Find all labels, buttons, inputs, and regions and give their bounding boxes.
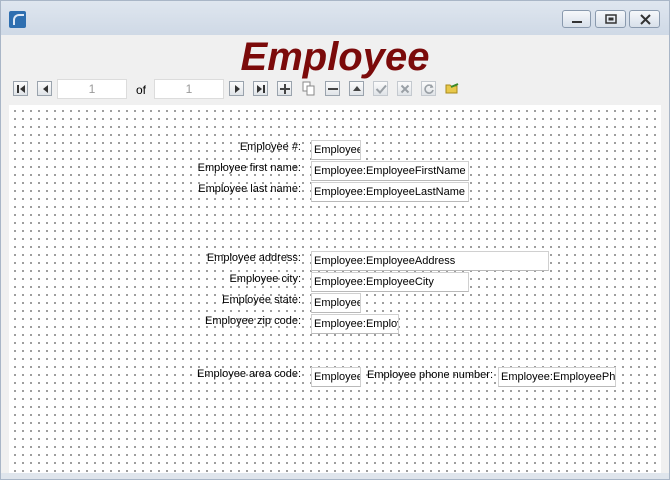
restore-icon [605, 14, 617, 24]
close-icon [640, 14, 651, 25]
edit-record-button[interactable] [349, 81, 364, 96]
search-button[interactable] [445, 81, 460, 96]
first-name-field[interactable]: Employee:EmployeeFirstName [311, 161, 469, 181]
first-record-icon [17, 85, 25, 93]
title-bar[interactable] [1, 1, 669, 35]
restore-button[interactable] [595, 10, 626, 28]
first-record-button[interactable] [13, 81, 28, 96]
close-button[interactable] [629, 10, 660, 28]
zip-code-label: Employee zip code: [205, 315, 301, 327]
up-triangle-icon [353, 86, 361, 91]
current-record-field[interactable]: 1 [57, 79, 127, 99]
address-label: Employee address: [206, 252, 301, 264]
minimize-icon [572, 21, 582, 23]
first-name-label: Employee first name: [197, 162, 301, 174]
address-field[interactable]: Employee:EmployeeAddress [311, 251, 549, 271]
state-field[interactable]: Employee:EmployeeState [311, 293, 361, 313]
city-field[interactable]: Employee:EmployeeCity [311, 272, 469, 292]
x-icon [400, 84, 410, 94]
of-label: of [136, 83, 147, 97]
last-name-field[interactable]: Employee:EmployeeLastName [311, 182, 469, 202]
state-label: Employee state: [222, 294, 301, 306]
employee-number-field[interactable]: Employee:EmployeeNumber [311, 140, 361, 160]
zip-code-field[interactable]: Employee:EmployeeZipCode [311, 314, 399, 334]
add-record-button[interactable] [277, 81, 292, 96]
next-record-icon [235, 85, 240, 93]
post-record-button[interactable] [373, 81, 388, 96]
plus-icon [280, 84, 290, 94]
refresh-icon [424, 84, 434, 94]
refresh-button[interactable] [421, 81, 436, 96]
delete-record-button[interactable] [325, 81, 340, 96]
app-icon [9, 11, 26, 28]
phone-number-label: Employee phone number: [367, 369, 493, 381]
area-code-label: Employee area code: [197, 368, 301, 380]
previous-record-icon [43, 85, 48, 93]
copy-record-button[interactable] [301, 81, 316, 96]
checkmark-icon [375, 84, 387, 94]
copy-icon [302, 81, 315, 96]
app-window: Employee 1 of 1 Employee #: Employe Empl… [0, 0, 670, 480]
minus-icon [328, 88, 338, 90]
next-record-button[interactable] [229, 81, 244, 96]
detail-section: Employee #: Employee:EmployeeNumber Empl… [9, 105, 661, 473]
minimize-button[interactable] [562, 10, 591, 28]
record-navigator: 1 of 1 [9, 77, 661, 101]
total-records-field: 1 [154, 79, 224, 99]
previous-record-button[interactable] [37, 81, 52, 96]
window-bottom-border [1, 473, 669, 479]
cancel-record-button[interactable] [397, 81, 412, 96]
form-title: Employee [240, 35, 430, 79]
employee-number-label: Employee #: [239, 141, 301, 153]
folder-search-icon [445, 83, 459, 94]
phone-number-field[interactable]: Employee:EmployeePhoneNumber [498, 367, 616, 387]
area-code-field[interactable]: Employee:EmployeeAreaCode [311, 367, 361, 387]
city-label: Employee city: [229, 273, 301, 285]
last-name-label: Employee last name: [198, 183, 301, 195]
last-record-button[interactable] [253, 81, 268, 96]
last-record-icon [257, 85, 265, 93]
form-header: Employee [9, 35, 661, 79]
